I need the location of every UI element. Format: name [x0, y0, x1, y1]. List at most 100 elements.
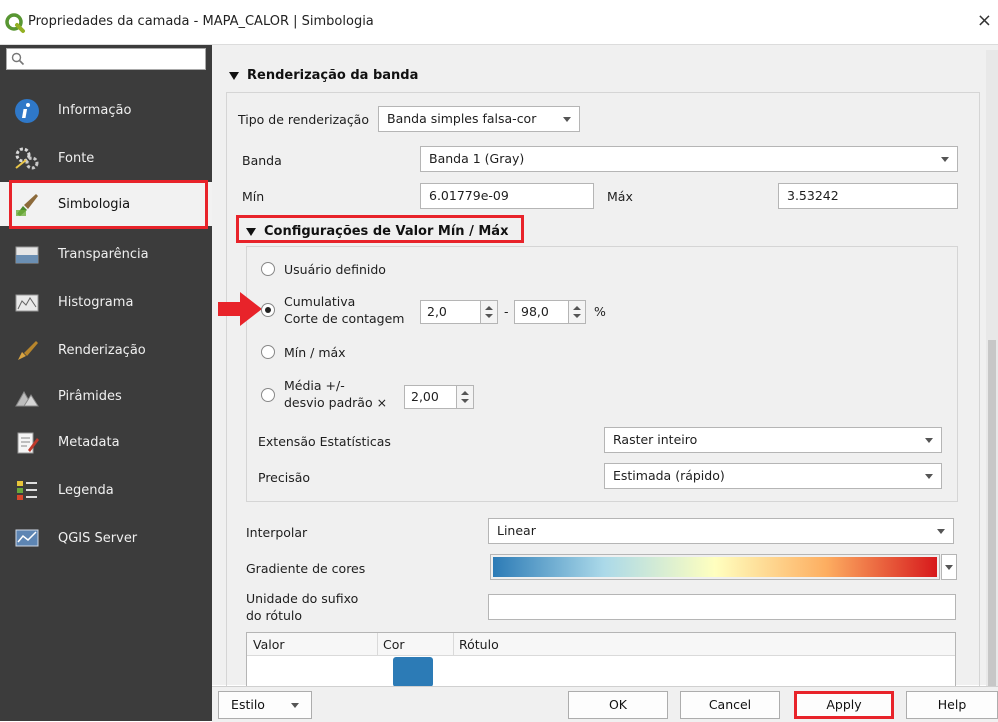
- render-type-dropdown[interactable]: Banda simples falsa-cor: [378, 106, 580, 132]
- color-ramp-label: Gradiente de cores: [246, 561, 366, 576]
- scrollbar-thumb[interactable]: [988, 340, 996, 690]
- chevron-down-icon: [563, 117, 571, 122]
- sidebar-item-histograma[interactable]: Histograma: [0, 280, 212, 324]
- mean-label-line2: desvio padrão ×: [284, 395, 388, 410]
- spin-arrows-icon[interactable]: [456, 386, 473, 408]
- chevron-down-icon: [925, 438, 933, 443]
- accuracy-dropdown[interactable]: Estimada (rápido): [604, 463, 942, 489]
- source-icon: [15, 147, 39, 170]
- minmax-highlight-box: [236, 215, 524, 243]
- sidebar-item-label: Legenda: [58, 483, 114, 498]
- range-dash: -: [504, 304, 509, 319]
- sidebar-item-renderizacao[interactable]: Renderização: [0, 328, 212, 372]
- cumulative-high-value: 98,0: [521, 304, 549, 319]
- max-label: Máx: [607, 189, 633, 204]
- band-label: Banda: [242, 153, 282, 168]
- color-ramp-menu-button[interactable]: [941, 554, 957, 580]
- minmax-radio[interactable]: [261, 345, 275, 359]
- spin-arrows-icon[interactable]: [480, 301, 497, 323]
- accuracy-value: Estimada (rápido): [613, 468, 725, 483]
- min-label: Mín: [242, 189, 265, 204]
- render-type-label: Tipo de renderização: [238, 112, 369, 127]
- column-divider: [453, 633, 454, 655]
- style-menu-button[interactable]: Estilo: [218, 691, 312, 719]
- sidebar-item-informacao[interactable]: Informação: [0, 88, 212, 132]
- stddev-spinbox[interactable]: 2,00: [404, 385, 474, 409]
- band-rendering-header-label: Renderização da banda: [247, 68, 419, 83]
- user-defined-label: Usuário definido: [284, 262, 386, 277]
- search-icon: [11, 52, 25, 66]
- sidebar-item-label: Renderização: [58, 343, 146, 358]
- collapse-triangle-icon: [229, 71, 239, 80]
- cumulative-low-value: 2,0: [427, 304, 447, 319]
- extent-dropdown[interactable]: Raster inteiro: [604, 427, 942, 453]
- spin-arrows-icon[interactable]: [568, 301, 585, 323]
- vertical-scrollbar[interactable]: [986, 50, 998, 690]
- ok-button[interactable]: OK: [568, 691, 668, 719]
- column-header-value[interactable]: Valor: [253, 637, 285, 652]
- table-row-color-swatch[interactable]: [393, 657, 433, 687]
- min-input[interactable]: 6.01779e-09: [420, 183, 594, 209]
- close-icon[interactable]: ×: [977, 10, 992, 31]
- window-title: Propriedades da camada - MAPA_CALOR | Si…: [28, 14, 374, 29]
- extent-value: Raster inteiro: [613, 432, 698, 447]
- suffix-input[interactable]: [488, 594, 956, 620]
- chevron-down-icon: [925, 474, 933, 479]
- mean-label-line1: Média +/-: [284, 378, 345, 393]
- suffix-label-line1: Unidade do sufixo: [246, 591, 359, 606]
- title-bar: Propriedades da camada - MAPA_CALOR | Si…: [0, 0, 998, 45]
- cumulative-low-spinbox[interactable]: 2,0: [420, 300, 498, 324]
- band-rendering-header[interactable]: Renderização da banda: [229, 68, 418, 83]
- user-defined-radio[interactable]: [261, 262, 275, 276]
- cumulative-high-spinbox[interactable]: 98,0: [514, 300, 586, 324]
- interpolate-value: Linear: [497, 523, 536, 538]
- interpolate-dropdown[interactable]: Linear: [488, 518, 954, 544]
- histogram-icon: [15, 294, 39, 312]
- simbologia-highlight-box: [9, 180, 208, 229]
- minmax-label: Mín / máx: [284, 345, 346, 360]
- color-ramp-button[interactable]: [490, 554, 940, 580]
- sidebar-item-transparencia[interactable]: Transparência: [0, 232, 212, 276]
- suffix-label-line2: do rótulo: [246, 608, 303, 623]
- stddev-value: 2,00: [411, 389, 439, 404]
- sidebar-item-qgis-server[interactable]: QGIS Server: [0, 516, 212, 560]
- help-button[interactable]: Help: [906, 691, 998, 719]
- sidebar-item-label: QGIS Server: [58, 531, 138, 546]
- chevron-down-icon: [937, 529, 945, 534]
- cumulative-label-line2: Corte de contagem: [284, 311, 405, 326]
- sidebar-item-label: Metadata: [58, 435, 120, 450]
- band-dropdown[interactable]: Banda 1 (Gray): [420, 146, 958, 172]
- sidebar-item-fonte[interactable]: Fonte: [0, 136, 212, 180]
- style-button-label: Estilo: [231, 697, 265, 712]
- column-header-label[interactable]: Rótulo: [459, 637, 499, 652]
- sidebar-item-piramides[interactable]: Pirâmides: [0, 374, 212, 418]
- sidebar-item-metadata[interactable]: Metadata: [0, 420, 212, 464]
- column-divider: [377, 633, 378, 655]
- sidebar-item-label: Fonte: [58, 151, 95, 166]
- cancel-button[interactable]: Cancel: [680, 691, 780, 719]
- column-header-color[interactable]: Cor: [383, 637, 405, 652]
- mean-stddev-radio[interactable]: [261, 388, 275, 402]
- qgis-logo-icon: [5, 13, 25, 33]
- metadata-icon: [17, 432, 39, 454]
- sidebar-item-label: Histograma: [58, 295, 134, 310]
- color-ramp-gradient: [493, 557, 937, 577]
- rendering-icon: [18, 341, 38, 360]
- red-arrow-icon: [218, 292, 262, 326]
- extent-label: Extensão Estatísticas: [258, 434, 391, 449]
- server-icon: [15, 529, 39, 547]
- band-value: Banda 1 (Gray): [429, 151, 525, 166]
- transparency-icon: [15, 246, 39, 264]
- cumulative-radio[interactable]: [261, 303, 275, 317]
- apply-button[interactable]: Apply: [794, 691, 894, 719]
- pyramids-icon: [15, 390, 39, 407]
- table-header: [247, 633, 955, 656]
- search-input[interactable]: [6, 48, 206, 70]
- chevron-down-icon: [945, 565, 953, 570]
- sidebar-item-label: Transparência: [58, 247, 149, 262]
- interpolate-label: Interpolar: [246, 525, 308, 540]
- sidebar-item-legenda[interactable]: Legenda: [0, 468, 212, 512]
- max-input[interactable]: 3.53242: [778, 183, 958, 209]
- classification-table[interactable]: Valor Cor Rótulo: [246, 632, 956, 688]
- render-type-value: Banda simples falsa-cor: [387, 111, 537, 126]
